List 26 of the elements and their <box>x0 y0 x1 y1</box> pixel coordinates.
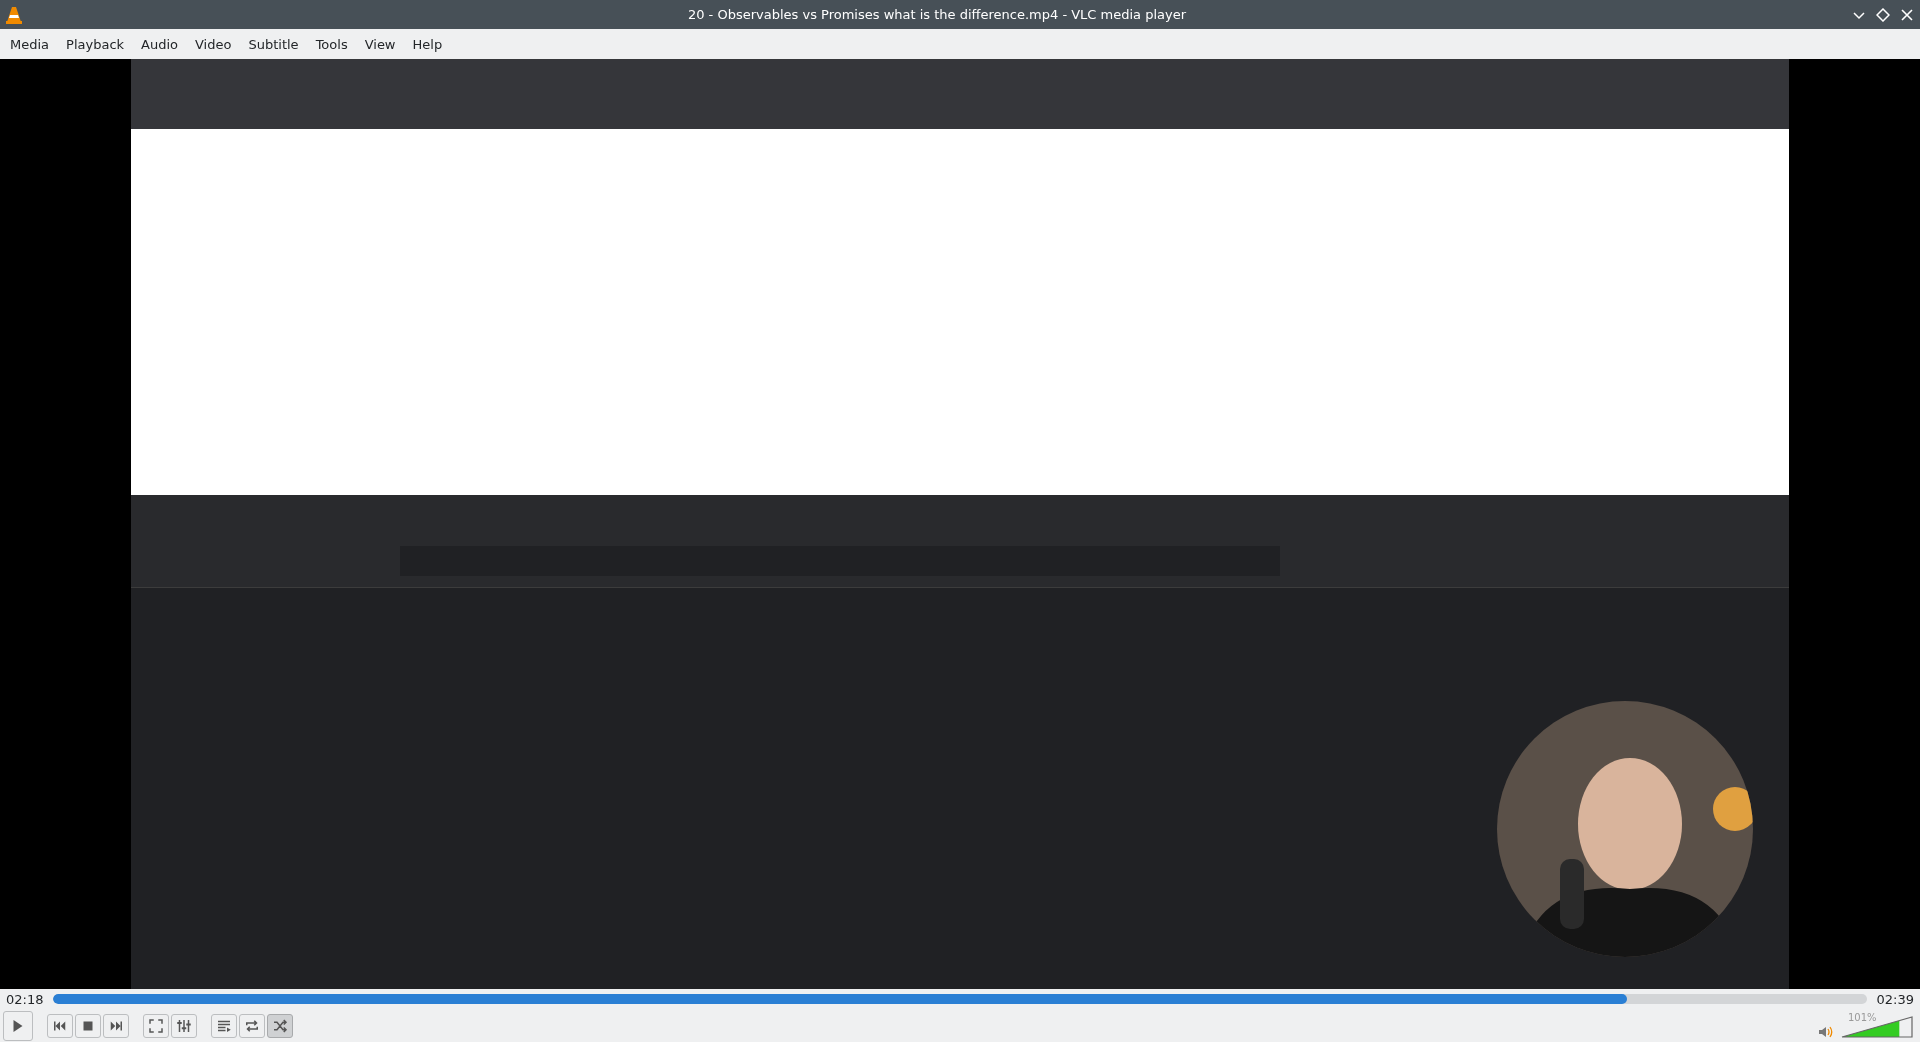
menu-item[interactable]: Help <box>404 36 451 52</box>
speaker-icon[interactable] <box>1819 1025 1833 1038</box>
fullscreen-icon <box>147 1016 165 1035</box>
play-button[interactable] <box>3 1010 33 1041</box>
next-button[interactable] <box>103 1013 129 1038</box>
window-title: 20 - Observables vs Promises what is the difference.mp4 - VLC media player <box>686 7 1188 22</box>
menu-item[interactable]: View <box>356 36 404 52</box>
fullscreen-button[interactable] <box>143 1013 169 1038</box>
menu-item[interactable]: Audio <box>133 36 186 52</box>
menu-item[interactable]: Playback <box>58 36 133 52</box>
close-icon[interactable] <box>1900 7 1914 22</box>
menu-item[interactable]: Subtitle <box>240 36 307 52</box>
restore-icon[interactable] <box>1876 7 1890 22</box>
previous-button[interactable] <box>47 1013 73 1038</box>
playlist-button[interactable] <box>211 1013 237 1038</box>
menu-item[interactable]: Tools <box>307 36 356 52</box>
shuffle-button[interactable] <box>267 1013 293 1038</box>
stop-button[interactable] <box>75 1013 101 1038</box>
total-time: 02:39 <box>1876 991 1914 1007</box>
extended-settings-button[interactable] <box>171 1013 197 1038</box>
menu-item[interactable]: Video <box>187 36 240 52</box>
elapsed-time: 02:18 <box>6 991 44 1007</box>
loop-button[interactable] <box>239 1013 265 1038</box>
volume-reading: 101% <box>1848 1011 1877 1023</box>
vlc-cone-icon <box>6 5 22 24</box>
menu-item[interactable]: Media <box>2 36 58 52</box>
